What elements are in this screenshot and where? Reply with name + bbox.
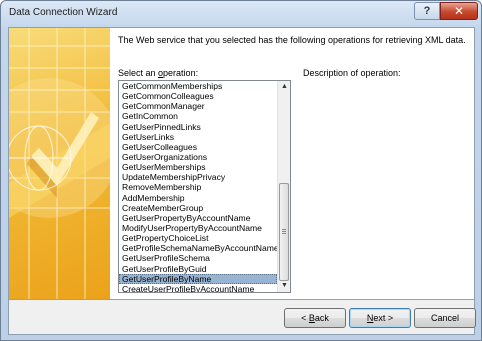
- list-item[interactable]: GetCommonMemberships: [119, 81, 277, 91]
- list-item[interactable]: UpdateMembershipPrivacy: [119, 172, 277, 182]
- list-item[interactable]: GetUserOrganizations: [119, 152, 277, 162]
- list-item[interactable]: GetUserPinnedLinks: [119, 122, 277, 132]
- list-item[interactable]: GetUserColleagues: [119, 142, 277, 152]
- list-item[interactable]: GetUserProfileSchema: [119, 253, 277, 263]
- wizard-banner-graphic: [9, 28, 110, 299]
- list-item[interactable]: AddMembership: [119, 193, 277, 203]
- list-item-selected[interactable]: GetUserProfileByName: [119, 273, 277, 284]
- select-operation-label: Select an operation:: [118, 68, 199, 78]
- content-panel: The Web service that you selected has th…: [110, 28, 474, 299]
- window-title: Data Connection Wizard: [9, 7, 118, 18]
- scrollbar-thumb[interactable]: [279, 183, 289, 281]
- list-item[interactable]: GetProfileSchemaNameByAccountName: [119, 243, 279, 253]
- list-item[interactable]: CreateMemberGroup: [119, 203, 277, 213]
- list-item[interactable]: GetUserPropertyByAccountName: [119, 213, 277, 223]
- description-label: Description of operation:: [303, 68, 401, 78]
- vertical-scrollbar[interactable]: ▲ ▼: [277, 81, 290, 292]
- list-item[interactable]: GetInCommon: [119, 111, 277, 121]
- list-item[interactable]: GetPropertyChoiceList: [119, 233, 277, 243]
- operations-list: GetCommonMemberships GetCommonColleagues G…: [119, 81, 279, 292]
- list-item[interactable]: GetCommonColleagues: [119, 91, 277, 101]
- scroll-up-arrow-icon[interactable]: ▲: [278, 81, 290, 93]
- list-item[interactable]: CreateUserProfileByAccountName: [119, 284, 277, 292]
- thumb-grip-icon: [282, 229, 286, 230]
- back-button[interactable]: < Back: [284, 308, 346, 328]
- list-item[interactable]: GetUserProfileByGuid: [119, 264, 277, 274]
- intro-text: The Web service that you selected has th…: [118, 35, 466, 45]
- thumb-grip-icon: [282, 233, 286, 234]
- wizard-footer: < Back Next > Cancel: [9, 299, 476, 334]
- list-item[interactable]: GetUserMemberships: [119, 162, 277, 172]
- wizard-window: Data Connection Wizard ? ✕ The Web servi…: [0, 0, 482, 341]
- operations-listbox[interactable]: GetCommonMemberships GetCommonColleagues G…: [118, 80, 291, 293]
- thumb-grip-icon: [282, 231, 286, 232]
- list-item[interactable]: ModifyUserPropertyByAccountName: [119, 223, 277, 233]
- banner-globe-icon: [9, 28, 110, 299]
- cancel-button[interactable]: Cancel: [414, 308, 476, 328]
- next-button[interactable]: Next >: [349, 308, 411, 328]
- scroll-down-arrow-icon[interactable]: ▼: [278, 280, 290, 292]
- list-item[interactable]: RemoveMembership: [119, 182, 277, 192]
- wizard-body: The Web service that you selected has th…: [8, 27, 476, 335]
- title-bar[interactable]: Data Connection Wizard ? ✕: [1, 1, 481, 27]
- close-button[interactable]: ✕: [440, 2, 478, 20]
- help-button[interactable]: ?: [414, 2, 440, 20]
- list-item[interactable]: GetCommonManager: [119, 101, 277, 111]
- list-item[interactable]: GetUserLinks: [119, 132, 277, 142]
